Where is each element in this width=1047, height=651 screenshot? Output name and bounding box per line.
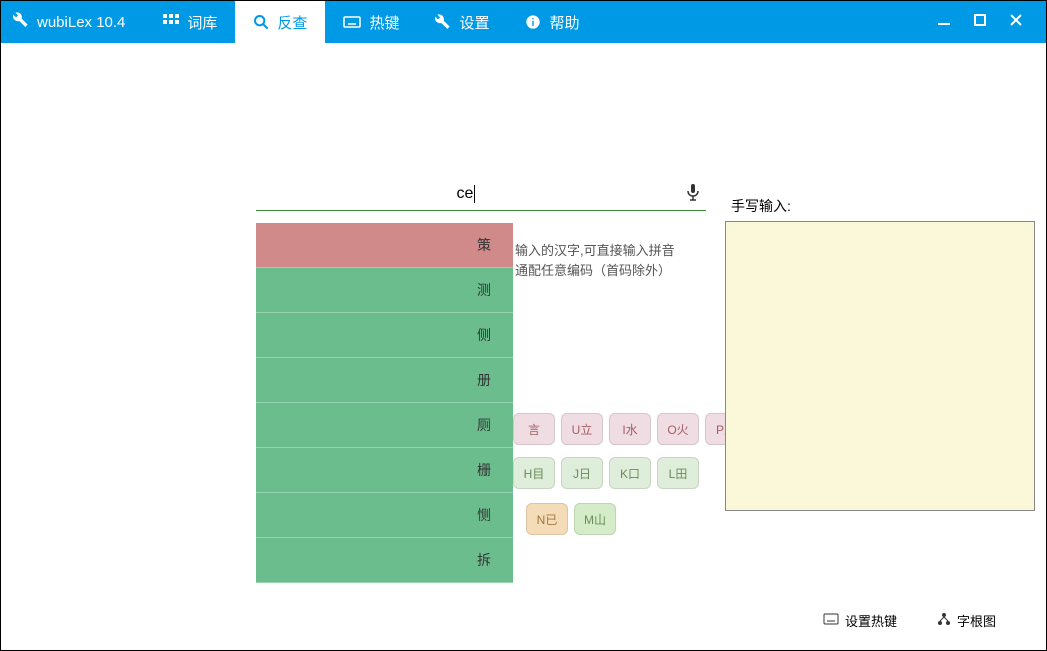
maximize-button[interactable]	[974, 13, 986, 31]
key[interactable]: 言	[513, 413, 555, 445]
tab-label: 设置	[459, 12, 489, 33]
suggestion-item[interactable]: 厕	[256, 403, 513, 448]
footer-zigen-link[interactable]: 字根图	[937, 611, 996, 630]
wrench-icon	[435, 14, 451, 30]
tree-icon	[937, 612, 951, 629]
footer: 设置热键 字根图	[823, 611, 996, 630]
tab-label: 反查	[277, 12, 307, 33]
suggestion-item[interactable]: 测	[256, 268, 513, 313]
key[interactable]: U立	[561, 413, 603, 445]
key[interactable]: I水	[609, 413, 651, 445]
microphone-icon[interactable]	[686, 183, 700, 206]
suggestion-item[interactable]: 恻	[256, 493, 513, 538]
minimize-button[interactable]	[938, 13, 950, 31]
key-row: 言 U立 I水 O火 P之	[513, 413, 747, 445]
search-input-wrap: ce	[256, 183, 706, 211]
key[interactable]: L田	[657, 457, 699, 489]
tab-label: 帮助	[549, 12, 579, 33]
close-button[interactable]	[1010, 13, 1022, 31]
tab-bar: 词库 反查 热键 设置 帮助	[145, 1, 597, 43]
tab-label: 词库	[187, 12, 217, 33]
suggestion-item[interactable]: 拆	[256, 538, 513, 583]
key-row: H目 J日 K口 L田	[513, 457, 699, 489]
key[interactable]: K口	[609, 457, 651, 489]
footer-hotkey-link[interactable]: 设置热键	[823, 611, 897, 630]
tab-rejian[interactable]: 热键	[325, 1, 417, 43]
tab-fancha[interactable]: 反查	[235, 1, 325, 43]
key[interactable]: O火	[657, 413, 699, 445]
titlebar: wubiLex 10.4 词库 反查 热键 设置	[1, 1, 1046, 43]
info-icon	[525, 14, 541, 30]
wrench-icon	[13, 12, 29, 33]
window-controls	[938, 13, 1046, 31]
tab-ciku[interactable]: 词库	[145, 1, 235, 43]
suggestion-item[interactable]: 册	[256, 358, 513, 403]
key[interactable]: M山	[574, 503, 616, 535]
text-cursor	[474, 185, 475, 203]
tab-label: 热键	[369, 12, 399, 33]
key-row: N已 M山	[526, 503, 616, 535]
grid-icon	[163, 14, 179, 30]
handwrite-pad[interactable]	[725, 221, 1035, 511]
handwrite-label: 手写输入:	[731, 196, 791, 216]
suggestion-item[interactable]: 栅	[256, 448, 513, 493]
app-title: wubiLex 10.4	[37, 14, 125, 31]
key[interactable]: H目	[513, 457, 555, 489]
tab-shezhi[interactable]: 设置	[417, 1, 507, 43]
suggestion-item[interactable]: 侧	[256, 313, 513, 358]
search-input[interactable]: ce	[256, 185, 676, 203]
key[interactable]: J日	[561, 457, 603, 489]
search-icon	[253, 14, 269, 30]
keyboard-icon	[823, 613, 839, 628]
keyboard-icon	[343, 15, 361, 29]
suggestion-item[interactable]: 策	[256, 223, 513, 268]
search-hint: 输入的汉字,可直接输入拼音 通配任意编码（首码除外）	[515, 241, 675, 280]
suggestion-dropdown: 策 测 侧 册 厕 栅 恻 拆	[256, 223, 513, 583]
search-area: ce	[256, 183, 706, 211]
key[interactable]: N已	[526, 503, 568, 535]
tab-bangzhu[interactable]: 帮助	[507, 1, 597, 43]
